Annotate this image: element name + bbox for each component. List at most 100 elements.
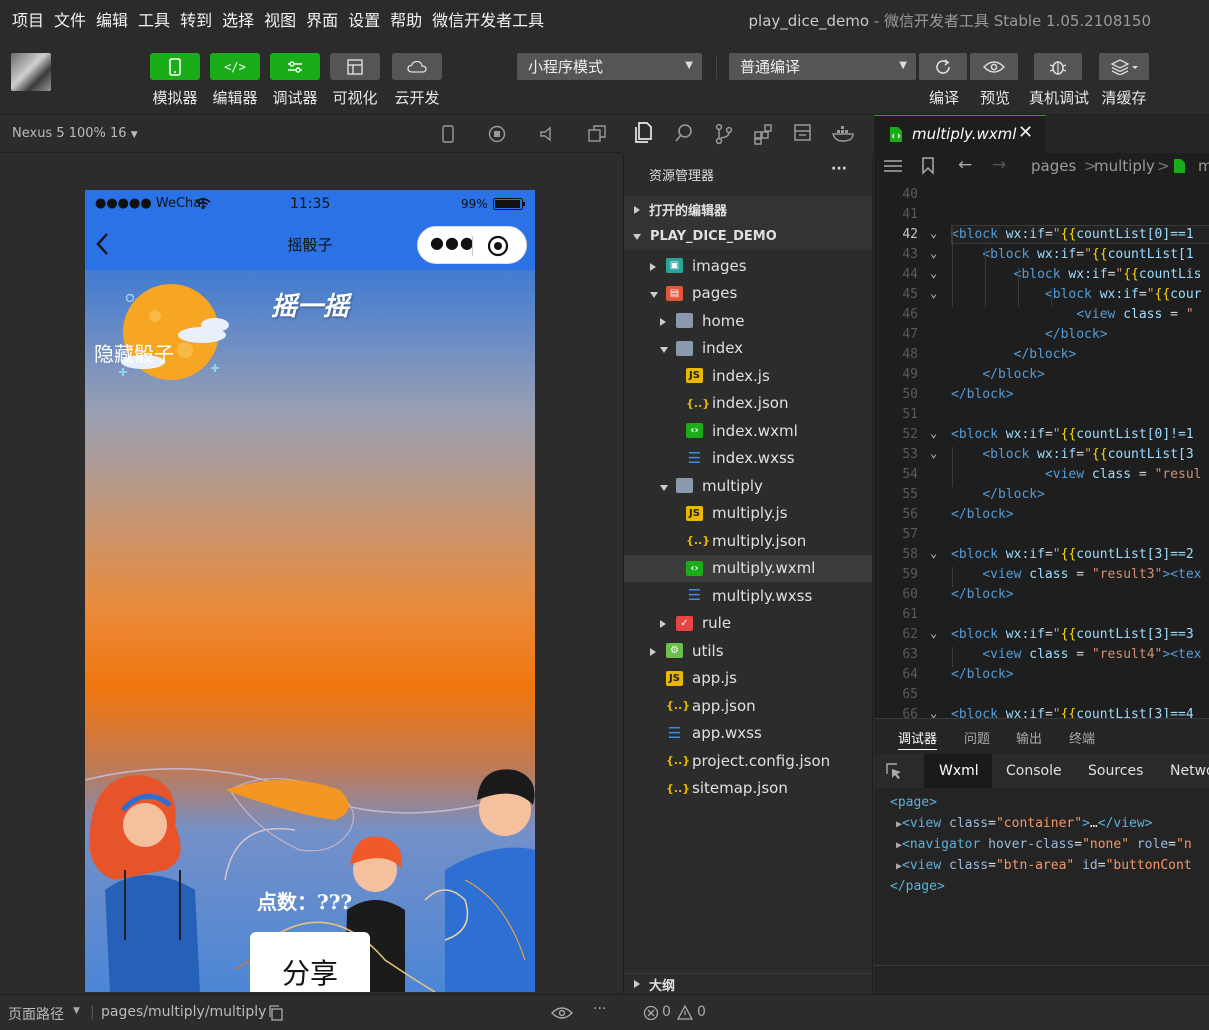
project-section[interactable]: PLAY_DICE_DEMO xyxy=(624,223,872,250)
fold-chevron-icon[interactable]: ⌄ xyxy=(930,266,940,280)
tree-item[interactable]: JS index.js xyxy=(624,362,872,389)
fold-chevron-icon[interactable]: ⌄ xyxy=(930,626,940,640)
breadcrumb-item[interactable]: pages xyxy=(1031,157,1076,175)
tab-problems[interactable]: 问题 xyxy=(964,728,990,747)
compile-button[interactable] xyxy=(919,53,967,80)
fold-chevron-icon[interactable]: ⌄ xyxy=(930,446,940,460)
warning-icon[interactable] xyxy=(677,1005,693,1021)
tab-console[interactable]: Console xyxy=(1006,763,1062,779)
open-editors-section[interactable]: 打开的编辑器 xyxy=(624,196,872,223)
tree-item[interactable]: ▤ pages xyxy=(624,280,872,307)
tree-item[interactable]: JS app.js xyxy=(624,665,872,692)
more-actions-icon[interactable]: ··· xyxy=(831,161,847,177)
code-editor[interactable]: 40 41 42 ⌄ <block wx:if="{{countList[0]==1 43… xyxy=(874,181,1209,718)
outline-section[interactable]: 大纲 xyxy=(624,973,872,994)
back-arrow-icon[interactable]: ← xyxy=(958,155,972,175)
tree-item[interactable]: ☰ index.wxss xyxy=(624,445,872,472)
tab-network[interactable]: Netwo xyxy=(1170,763,1209,779)
menu-item[interactable]: 微信开发者工具 xyxy=(427,7,549,31)
menu-item[interactable]: 视图 xyxy=(259,7,301,31)
menu-item[interactable]: 文件 xyxy=(49,7,91,31)
clear-cache-button[interactable] xyxy=(1099,53,1149,80)
search-icon[interactable] xyxy=(674,123,694,143)
tree-item[interactable]: ✓ rule xyxy=(624,610,872,637)
fold-chevron-icon[interactable]: ⌄ xyxy=(930,546,940,560)
tree-item[interactable]: ☰ app.wxss xyxy=(624,720,872,747)
fold-chevron-icon[interactable]: ⌄ xyxy=(930,246,940,260)
tree-item[interactable]: {..} index.json xyxy=(624,390,872,417)
tree-item[interactable]: home xyxy=(624,307,872,334)
fold-chevron-icon[interactable]: ⌄ xyxy=(930,706,940,718)
inspect-icon[interactable] xyxy=(885,762,903,780)
menu-item[interactable]: 工具 xyxy=(133,7,175,31)
breadcrumb-item[interactable]: m xyxy=(1198,157,1209,175)
tree-item[interactable]: ⚙ utils xyxy=(624,637,872,664)
tree-item[interactable]: {..} app.json xyxy=(624,692,872,719)
popout-icon[interactable] xyxy=(588,125,606,143)
tree-item[interactable]: ☰ multiply.wxss xyxy=(624,582,872,609)
panel-icon[interactable] xyxy=(793,123,813,143)
wxml-node[interactable]: </page> xyxy=(890,879,945,894)
eye-icon[interactable] xyxy=(551,1006,573,1020)
fold-chevron-icon[interactable]: ⌄ xyxy=(930,426,940,440)
tab-terminal[interactable]: 终端 xyxy=(1069,728,1095,747)
more-icon[interactable]: ··· xyxy=(593,1001,606,1017)
menu-item[interactable]: 帮助 xyxy=(385,7,427,31)
docker-icon[interactable] xyxy=(832,125,856,143)
list-icon[interactable] xyxy=(884,159,902,173)
menu-item[interactable]: 编辑 xyxy=(91,7,133,31)
fold-chevron-icon[interactable]: ⌄ xyxy=(930,286,940,300)
menu-item[interactable]: 界面 xyxy=(301,7,343,31)
stop-icon[interactable] xyxy=(488,125,506,143)
simulator-button[interactable] xyxy=(150,53,200,80)
tab-output[interactable]: 输出 xyxy=(1016,728,1042,747)
compile-select[interactable]: 普通编译 ▼ xyxy=(729,53,916,80)
more-icon[interactable]: ●●● xyxy=(430,233,475,252)
menu-item[interactable]: 项目 xyxy=(0,7,49,31)
wxml-node[interactable]: ▶<view class="btn-area" id="buttonCont xyxy=(896,858,1192,873)
menu-item[interactable]: 转到 xyxy=(175,7,217,31)
tree-item[interactable]: multiply xyxy=(624,472,872,499)
tab-wxml[interactable]: Wxml xyxy=(939,763,979,779)
tree-item[interactable]: index xyxy=(624,335,872,362)
tree-item[interactable]: ▣ images xyxy=(624,252,872,279)
wxml-node[interactable]: ▶<view class="container">…</view> xyxy=(896,816,1153,831)
copy-icon[interactable] xyxy=(268,1005,284,1021)
volume-icon[interactable] xyxy=(538,125,556,143)
fold-chevron-icon[interactable]: ⌄ xyxy=(930,226,940,240)
real-debug-button[interactable] xyxy=(1034,53,1082,80)
preview-button[interactable] xyxy=(970,53,1018,80)
files-icon[interactable] xyxy=(633,122,653,144)
menu-item[interactable]: 选择 xyxy=(217,7,259,31)
share-button[interactable]: 分享 xyxy=(250,932,370,992)
debugger-button[interactable] xyxy=(270,53,320,80)
editor-tab[interactable]: multiply.wxml ✕ xyxy=(874,115,1046,153)
mode-select[interactable]: 小程序模式 ▼ xyxy=(517,53,702,80)
tab-debugger[interactable]: 调试器 xyxy=(898,728,938,750)
tab-sources[interactable]: Sources xyxy=(1088,763,1143,779)
avatar[interactable] xyxy=(11,53,51,91)
tree-item[interactable]: ‹› multiply.wxml xyxy=(624,554,872,582)
forward-arrow-icon[interactable]: → xyxy=(992,155,1006,175)
close-icon[interactable]: ✕ xyxy=(1018,122,1033,143)
source-control-icon[interactable] xyxy=(714,123,734,145)
error-icon[interactable] xyxy=(643,1005,659,1021)
tree-item[interactable]: {..} multiply.json xyxy=(624,527,872,554)
wxml-node[interactable]: ▶<navigator hover-class="none" role="n xyxy=(896,837,1192,852)
close-mini-program-icon[interactable] xyxy=(487,235,509,257)
tree-item[interactable]: {..} project.config.json xyxy=(624,747,872,774)
device-select[interactable]: Nexus 5 100% 16 ▼ xyxy=(12,126,138,141)
wxml-node[interactable]: <page> xyxy=(890,795,937,810)
bookmark-icon[interactable] xyxy=(921,157,935,175)
breadcrumb-item[interactable]: multiply xyxy=(1094,157,1155,175)
visual-button[interactable] xyxy=(330,53,380,80)
phone-icon[interactable] xyxy=(439,125,457,143)
menu-item[interactable]: 设置 xyxy=(343,7,385,31)
editor-button[interactable]: </> xyxy=(210,53,260,80)
extensions-icon[interactable] xyxy=(753,123,775,145)
page-path-label[interactable]: 页面路径 xyxy=(8,1004,64,1024)
tree-item[interactable]: JS multiply.js xyxy=(624,500,872,527)
tree-item[interactable]: ‹› index.wxml xyxy=(624,417,872,444)
cloud-button[interactable] xyxy=(392,53,442,80)
tree-item[interactable]: {..} sitemap.json xyxy=(624,775,872,802)
